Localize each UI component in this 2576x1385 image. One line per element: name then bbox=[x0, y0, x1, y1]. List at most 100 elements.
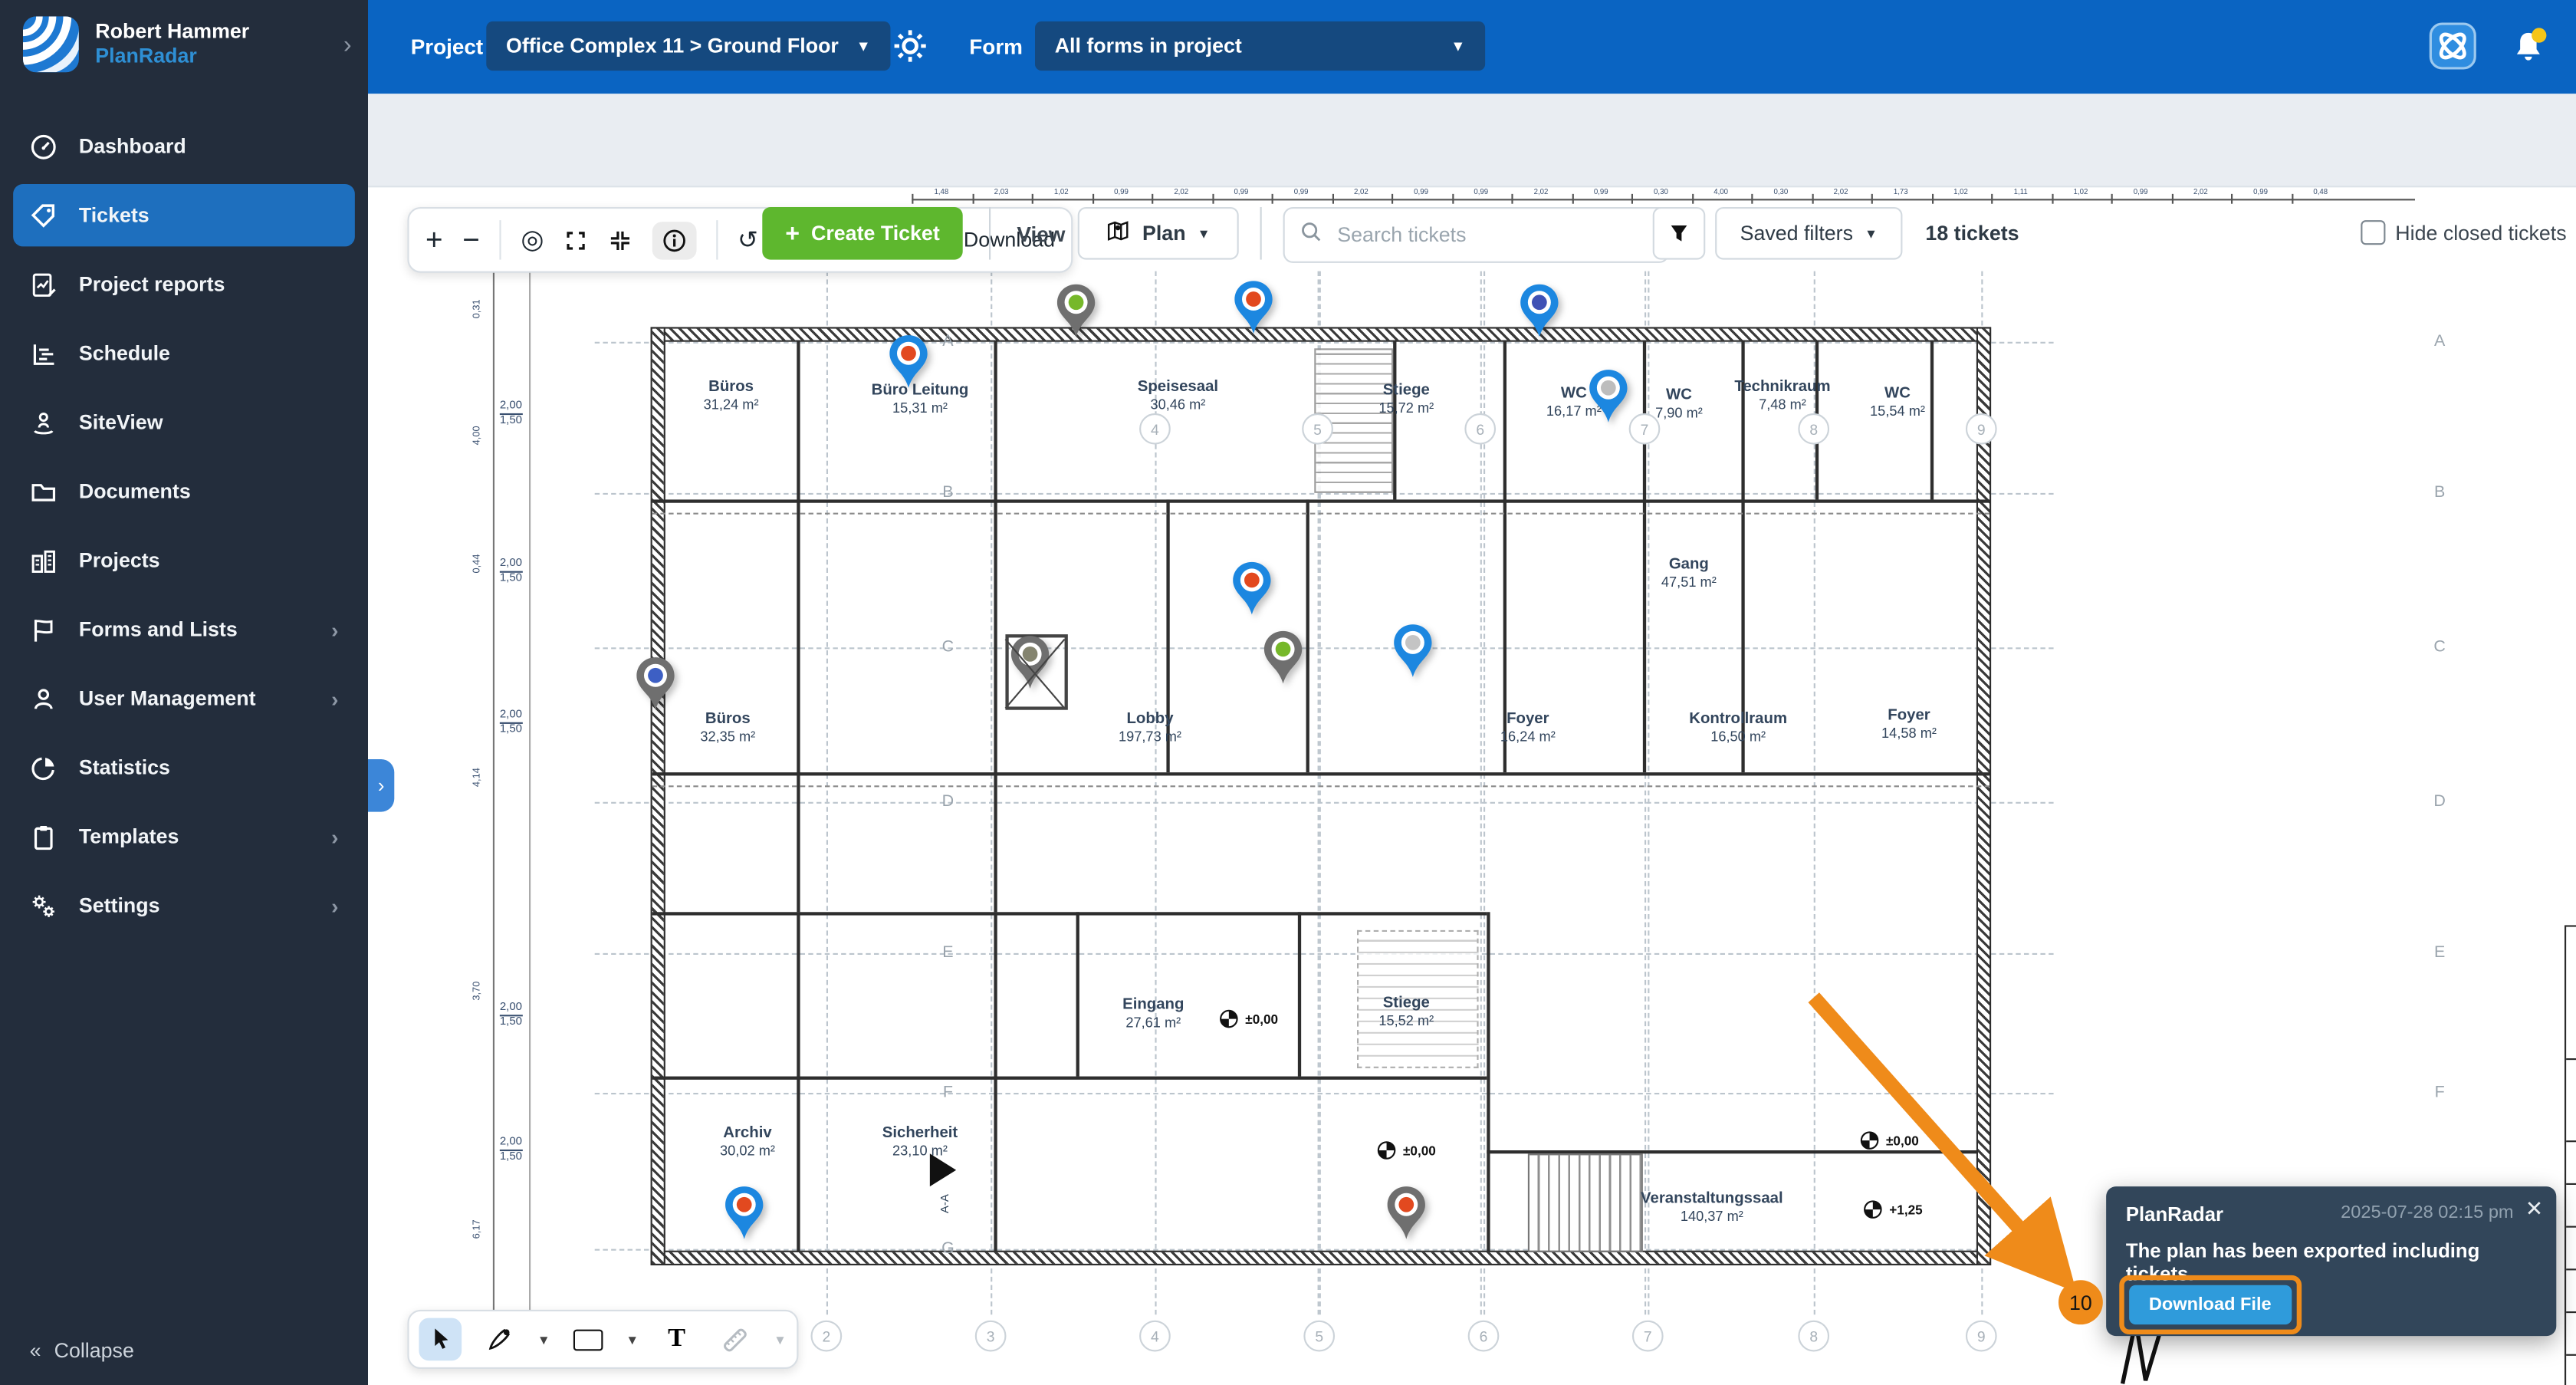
dimension-label: 2,001,50 bbox=[500, 1002, 522, 1029]
fit-to-screen-button[interactable] bbox=[608, 228, 632, 252]
sidebar-item-statistics[interactable]: Statistics › bbox=[13, 736, 355, 798]
ruler-tick-label: 4,00 bbox=[1714, 187, 1728, 196]
connect-app-icon[interactable] bbox=[2428, 21, 2477, 79]
grid-axis-letter: D bbox=[2433, 793, 2446, 811]
sidebar-item-siteview[interactable]: SiteView › bbox=[13, 391, 355, 453]
fullscreen-button[interactable] bbox=[564, 228, 588, 252]
ticket-marker-12[interactable] bbox=[1385, 1185, 1428, 1249]
grid-axis-letter: G bbox=[941, 1240, 955, 1258]
ticket-marker-10[interactable] bbox=[634, 656, 677, 720]
pen-tool[interactable] bbox=[478, 1318, 521, 1361]
ticket-marker-5[interactable] bbox=[1587, 368, 1630, 433]
ruler-tick-label: 0,99 bbox=[2253, 187, 2268, 196]
project-selector-value: Office Complex 11 > Ground Floor bbox=[506, 35, 839, 58]
grid-axis-letter: E bbox=[942, 944, 953, 962]
plan-info-button[interactable] bbox=[652, 221, 697, 258]
chevron-right-icon: › bbox=[331, 686, 338, 711]
project-settings-gear-icon[interactable] bbox=[890, 26, 929, 74]
room-label: Büros 31,24 m² bbox=[704, 378, 759, 413]
text-tool[interactable]: T bbox=[656, 1318, 698, 1361]
sidebar-item-tickets[interactable]: Tickets › bbox=[13, 184, 355, 246]
annotation-arrow bbox=[1814, 998, 2057, 1271]
toast-app-name: PlanRadar bbox=[2126, 1203, 2223, 1226]
ticket-marker-11[interactable] bbox=[723, 1185, 766, 1249]
sidebar-item-projects[interactable]: Projects › bbox=[13, 529, 355, 591]
ruler-tick-label: 0,99 bbox=[1234, 187, 1249, 196]
titleblock-row: Plannummer19 Test 001 bbox=[2566, 1270, 2576, 1313]
sidebar-item-schedule[interactable]: Schedule › bbox=[13, 322, 355, 384]
dimension-label: 3,70 bbox=[473, 982, 483, 1001]
level-marker: ±0,00 bbox=[1377, 1140, 1436, 1160]
notifications-bell-icon[interactable] bbox=[2507, 26, 2550, 77]
room-label: Stiege 15,72 m² bbox=[1378, 381, 1434, 416]
titleblock-project-title: BEISPIELPROJEKT bbox=[2566, 1060, 2576, 1142]
dimension-label: 2,001,50 bbox=[500, 558, 522, 586]
ticket-marker-1[interactable] bbox=[887, 334, 930, 398]
search-input[interactable] bbox=[1334, 222, 1603, 248]
visibility-button[interactable]: ◎ bbox=[521, 223, 544, 256]
sidebar-item-icon bbox=[30, 478, 58, 505]
dimension-label: 6,17 bbox=[473, 1219, 483, 1239]
room-label: Archiv 30,02 m² bbox=[720, 1124, 775, 1159]
titleblock-row: AddressePlanRadarstraße 1 bbox=[2566, 1185, 2576, 1228]
project-selector[interactable]: Office Complex 11 > Ground Floor ▼ bbox=[486, 21, 890, 71]
sidebar-expand-tab[interactable]: › bbox=[368, 759, 394, 812]
sidebar-item-settings[interactable]: Settings › bbox=[13, 874, 355, 936]
download-file-button[interactable]: Download File bbox=[2129, 1285, 2291, 1324]
ticket-marker-9[interactable] bbox=[1009, 634, 1052, 699]
sidebar-collapse-button[interactable]: « Collapse bbox=[30, 1339, 134, 1362]
ruler-tick-label: 2,02 bbox=[2193, 187, 2208, 196]
sidebar-item-label: Templates bbox=[79, 825, 179, 848]
chevron-right-icon: › bbox=[331, 824, 338, 849]
create-ticket-button[interactable]: + Create Ticket bbox=[762, 207, 962, 260]
user-name: Robert Hammer bbox=[95, 20, 249, 44]
shape-tool-caret[interactable]: ▼ bbox=[626, 1332, 639, 1347]
close-icon[interactable]: ✕ bbox=[2525, 1196, 2543, 1222]
ruler-tick-label: 1,02 bbox=[1953, 187, 1968, 196]
caret-down-icon: ▼ bbox=[856, 38, 871, 54]
sidebar-item-project-reports[interactable]: Project reports › bbox=[13, 253, 355, 315]
form-selector[interactable]: All forms in project ▼ bbox=[1035, 21, 1485, 71]
zoom-out-button[interactable]: − bbox=[462, 222, 480, 257]
sidebar-item-dashboard[interactable]: Dashboard › bbox=[13, 115, 355, 177]
dimension-label: 2,001,50 bbox=[500, 400, 522, 428]
zoom-in-button[interactable]: + bbox=[426, 222, 443, 257]
room-label: Stiege 15,52 m² bbox=[1378, 994, 1434, 1028]
ticket-marker-8[interactable] bbox=[1392, 623, 1434, 687]
sidebar-item-label: Schedule bbox=[79, 342, 170, 365]
sidebar-item-forms-and-lists[interactable]: Forms and Lists › bbox=[13, 598, 355, 660]
form-label: Form bbox=[969, 35, 1023, 59]
sidebar-item-icon bbox=[30, 202, 58, 229]
saved-filters-dropdown[interactable]: Saved filters ▼ bbox=[1715, 207, 1902, 260]
hide-closed-checkbox[interactable] bbox=[2361, 220, 2385, 245]
select-cursor-tool[interactable] bbox=[419, 1318, 462, 1361]
shape-tool[interactable] bbox=[567, 1318, 610, 1361]
account-switcher[interactable]: Robert Hammer PlanRadar › bbox=[23, 16, 352, 72]
project-label: Project bbox=[411, 35, 483, 59]
ticket-marker-2[interactable] bbox=[1055, 283, 1098, 347]
sidebar-item-icon bbox=[30, 271, 58, 298]
ticket-marker-6[interactable] bbox=[1230, 561, 1273, 625]
ticket-marker-7[interactable] bbox=[1262, 630, 1305, 694]
sidebar-item-user-management[interactable]: User Management › bbox=[13, 667, 355, 729]
pen-tool-caret[interactable]: ▼ bbox=[537, 1332, 550, 1347]
grid-axis-letter: F bbox=[2435, 1084, 2445, 1102]
level-symbol-icon bbox=[1863, 1199, 1883, 1219]
notification-badge bbox=[2532, 28, 2546, 42]
sidebar-item-templates[interactable]: Templates › bbox=[13, 805, 355, 867]
measure-tool[interactable] bbox=[715, 1318, 757, 1361]
sidebar-item-icon bbox=[30, 823, 58, 850]
ticket-marker-3[interactable] bbox=[1232, 279, 1275, 344]
grid-axis-bubble: 8 bbox=[1798, 413, 1829, 445]
dimension-label: 0,44 bbox=[473, 554, 483, 573]
measure-tool-caret[interactable]: ▼ bbox=[774, 1332, 787, 1347]
collapse-label: Collapse bbox=[54, 1339, 134, 1362]
sidebar-item-documents[interactable]: Documents › bbox=[13, 460, 355, 522]
dimension-label: 4,00 bbox=[473, 426, 483, 445]
caret-down-icon: ▼ bbox=[1451, 38, 1465, 54]
view-mode-dropdown[interactable]: Plan ▼ bbox=[1078, 207, 1239, 260]
grid-axis-letter: C bbox=[2433, 639, 2446, 657]
level-marker: ±0,00 bbox=[1219, 1009, 1278, 1029]
filter-button[interactable] bbox=[1653, 207, 1706, 260]
ticket-marker-4[interactable] bbox=[1518, 283, 1561, 347]
